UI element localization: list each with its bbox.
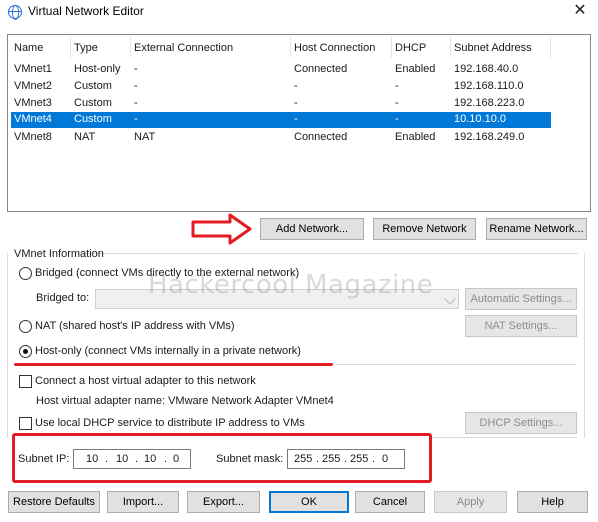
annotation-underline [14, 363, 333, 366]
export-button[interactable]: Export... [187, 491, 260, 513]
column-header-host-connection[interactable]: Host Connection [294, 42, 375, 54]
title-bar: Virtual Network Editor ✕ [0, 0, 598, 24]
cell-host: - [294, 97, 298, 109]
cell-subnet: 192.168.249.0 [454, 131, 525, 143]
cell-host: Connected [294, 63, 348, 75]
cell-name: VMnet2 [14, 80, 52, 92]
cell-external: - [134, 63, 138, 75]
cell-subnet: 192.168.223.0 [454, 97, 525, 109]
window-title: Virtual Network Editor [28, 4, 144, 18]
rename-network-button[interactable]: Rename Network... [486, 218, 587, 240]
column-divider[interactable] [550, 37, 551, 58]
network-globe-icon [8, 5, 22, 20]
cell-name: VMnet8 [14, 131, 52, 143]
dhcp-settings-button[interactable]: DHCP Settings... [465, 412, 577, 434]
host-only-label[interactable]: Host-only (connect VMs internally in a p… [35, 345, 301, 357]
column-divider[interactable] [290, 37, 291, 58]
column-header-external-connection[interactable]: External Connection [134, 42, 233, 54]
table-row[interactable]: VMnet1 Host-only - Connected Enabled 192… [11, 62, 551, 78]
column-header-dhcp[interactable]: DHCP [395, 42, 426, 54]
watermark-text: Hackercool Magazine [148, 270, 434, 300]
group-border [584, 253, 585, 438]
remove-network-button[interactable]: Remove Network [373, 218, 476, 240]
cell-dhcp: - [395, 113, 399, 125]
cell-dhcp: - [395, 97, 399, 109]
import-button[interactable]: Import... [107, 491, 179, 513]
column-header-subnet-address[interactable]: Subnet Address [454, 42, 532, 54]
cell-dhcp: Enabled [395, 63, 436, 75]
chevron-down-icon[interactable] [444, 293, 456, 305]
cell-external: - [134, 80, 138, 92]
separator [432, 437, 577, 438]
cell-name: VMnet3 [14, 97, 52, 109]
use-dhcp-checkbox[interactable] [19, 417, 32, 430]
use-dhcp-label[interactable]: Use local DHCP service to distribute IP … [35, 417, 305, 429]
annotation-highlight-box [12, 433, 432, 483]
table-row-selected[interactable]: VMnet4 Custom - - - 10.10.10.0 [11, 112, 551, 128]
nat-label[interactable]: NAT (shared host's IP address with VMs) [35, 320, 235, 332]
host-adapter-name-label: Host virtual adapter name: VMware Networ… [36, 395, 334, 407]
help-button[interactable]: Help [517, 491, 588, 513]
vmnet-information-label: VMnet Information [14, 248, 104, 260]
cell-dhcp: - [395, 80, 399, 92]
cell-type: Host-only [74, 63, 121, 75]
cancel-button[interactable]: Cancel [355, 491, 425, 513]
cell-name: VMnet4 [14, 113, 52, 125]
cell-host: - [294, 80, 298, 92]
connect-host-adapter-label[interactable]: Connect a host virtual adapter to this n… [35, 375, 256, 387]
table-row[interactable]: VMnet8 NAT NAT Connected Enabled 192.168… [11, 130, 551, 146]
network-list[interactable]: Name Type External Connection Host Conne… [7, 34, 591, 212]
column-header-name[interactable]: Name [14, 42, 43, 54]
bridged-to-label: Bridged to: [36, 292, 90, 304]
cell-type: Custom [74, 113, 112, 125]
column-divider[interactable] [391, 37, 392, 58]
table-row[interactable]: VMnet3 Custom - - - 192.168.223.0 [11, 96, 551, 112]
add-network-button[interactable]: Add Network... [260, 218, 364, 240]
cell-external: - [134, 113, 138, 125]
cell-host: Connected [294, 131, 348, 143]
annotation-arrow-icon [191, 213, 252, 245]
cell-host: - [294, 113, 298, 125]
cell-type: NAT [74, 131, 96, 143]
cell-subnet: 192.168.40.0 [454, 63, 519, 75]
apply-button[interactable]: Apply [434, 491, 507, 513]
column-divider[interactable] [130, 37, 131, 58]
connect-host-adapter-checkbox[interactable] [19, 375, 32, 388]
close-icon[interactable]: ✕ [570, 1, 590, 21]
column-divider[interactable] [70, 37, 71, 58]
nat-radio[interactable] [19, 320, 32, 333]
automatic-settings-button[interactable]: Automatic Settings... [465, 288, 577, 310]
cell-dhcp: Enabled [395, 131, 436, 143]
cell-subnet: 192.168.110.0 [454, 80, 524, 92]
host-only-radio[interactable] [19, 345, 32, 358]
table-row[interactable]: VMnet2 Custom - - - 192.168.110.0 [11, 79, 551, 95]
cell-subnet: 10.10.10.0 [454, 113, 506, 125]
cell-type: Custom [74, 97, 112, 109]
nat-settings-button[interactable]: NAT Settings... [465, 315, 577, 337]
cell-name: VMnet1 [14, 63, 52, 75]
bridged-radio[interactable] [19, 267, 32, 280]
ok-button[interactable]: OK [269, 491, 349, 513]
column-divider[interactable] [450, 37, 451, 58]
cell-external: NAT [134, 131, 156, 143]
column-header-type[interactable]: Type [74, 42, 98, 54]
list-header: Name Type External Connection Host Conne… [8, 35, 590, 59]
cell-type: Custom [74, 80, 112, 92]
group-border [7, 253, 8, 438]
restore-defaults-button[interactable]: Restore Defaults [8, 491, 100, 513]
cell-external: - [134, 97, 138, 109]
group-border [76, 253, 578, 254]
separator [336, 364, 577, 365]
